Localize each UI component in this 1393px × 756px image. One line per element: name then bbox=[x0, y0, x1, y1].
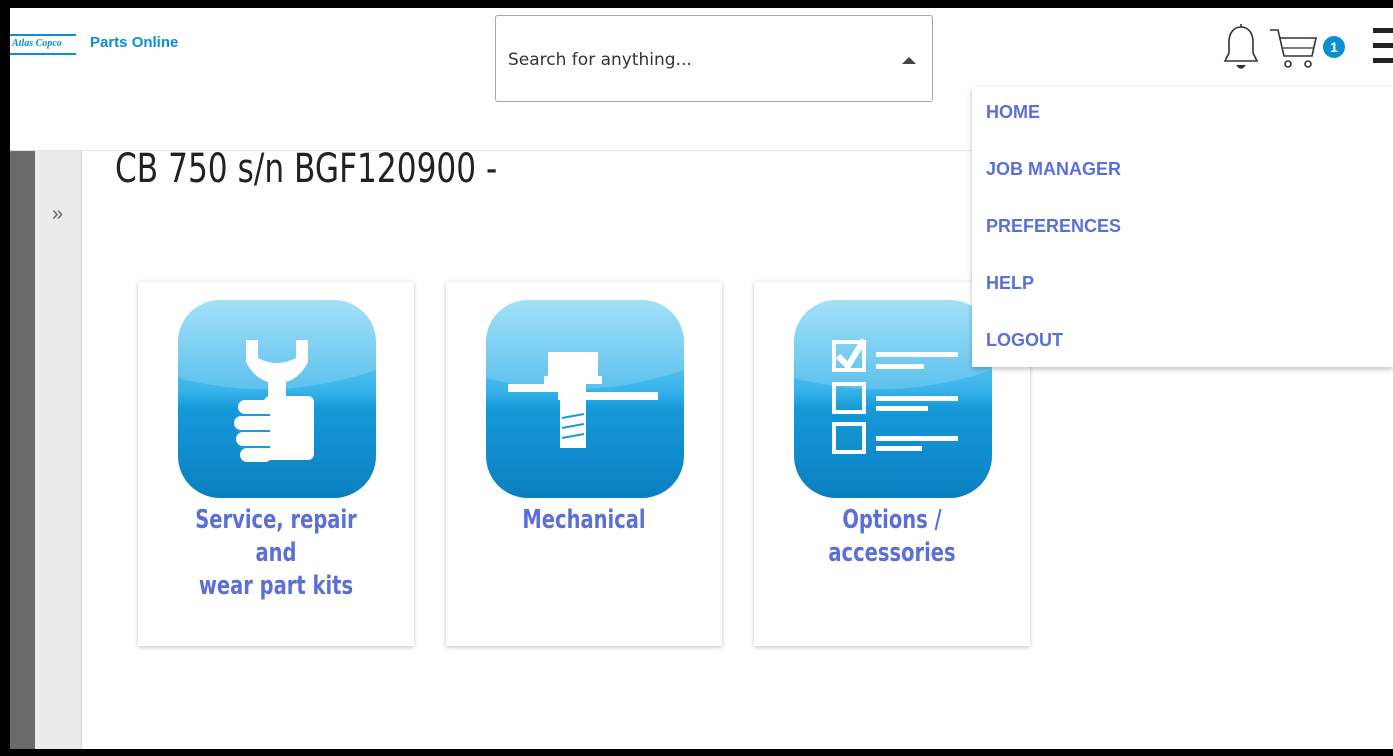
app-title[interactable]: Parts Online bbox=[90, 34, 178, 51]
tile-label[interactable]: Service, repair and wear part kits bbox=[173, 504, 380, 603]
expand-sidebar-icon[interactable]: » bbox=[52, 203, 63, 226]
logo-bottom-bar bbox=[10, 53, 76, 55]
caret-up-icon[interactable] bbox=[902, 57, 916, 64]
menu-item-job-manager[interactable]: JOB MANAGER bbox=[986, 159, 1121, 180]
menu-item-logout[interactable]: LOGOUT bbox=[986, 330, 1063, 351]
app-window: Atlas Copco Parts Online 1 » CB 750 s bbox=[10, 8, 1393, 749]
bell-icon[interactable] bbox=[1223, 23, 1259, 73]
wrench-fist-icon bbox=[178, 300, 376, 498]
category-tile-mechanical[interactable]: Mechanical bbox=[446, 282, 722, 646]
cart-count-badge: 1 bbox=[1323, 36, 1345, 58]
menu-item-help[interactable]: HELP bbox=[986, 273, 1034, 294]
logo-top-bar bbox=[10, 34, 76, 36]
tile-label-line: wear part kits bbox=[198, 571, 354, 601]
cart-icon[interactable] bbox=[1268, 26, 1320, 72]
search-input[interactable] bbox=[508, 46, 868, 74]
bolt-icon bbox=[486, 300, 684, 498]
hamburger-line bbox=[1373, 43, 1393, 48]
category-tile-service-kits[interactable]: Service, repair and wear part kits bbox=[138, 282, 414, 646]
tile-label[interactable]: Options / accessories bbox=[789, 504, 996, 570]
search-box[interactable] bbox=[495, 15, 933, 102]
tile-label[interactable]: Mechanical bbox=[481, 504, 688, 537]
hamburger-line bbox=[1373, 28, 1393, 33]
checklist-icon bbox=[794, 300, 992, 498]
menu-item-home[interactable]: HOME bbox=[986, 102, 1040, 123]
page-title: CB 750 s/n BGF120900 - bbox=[115, 146, 498, 192]
user-menu-dropdown: HOME JOB MANAGER PREFERENCES HELP LOGOUT bbox=[972, 87, 1393, 367]
logo-text: Atlas Copco bbox=[12, 38, 62, 49]
tile-label-line: Mechanical bbox=[522, 505, 646, 535]
tile-label-line: Options / accessories bbox=[828, 505, 956, 568]
hamburger-line bbox=[1373, 58, 1393, 63]
menu-item-preferences[interactable]: PREFERENCES bbox=[986, 216, 1121, 237]
tile-label-line: Service, repair and bbox=[195, 505, 357, 568]
atlas-copco-logo[interactable]: Atlas Copco bbox=[10, 34, 76, 55]
sidebar-rail bbox=[10, 150, 35, 749]
hamburger-icon[interactable] bbox=[1373, 28, 1393, 64]
side-panel bbox=[35, 150, 82, 749]
